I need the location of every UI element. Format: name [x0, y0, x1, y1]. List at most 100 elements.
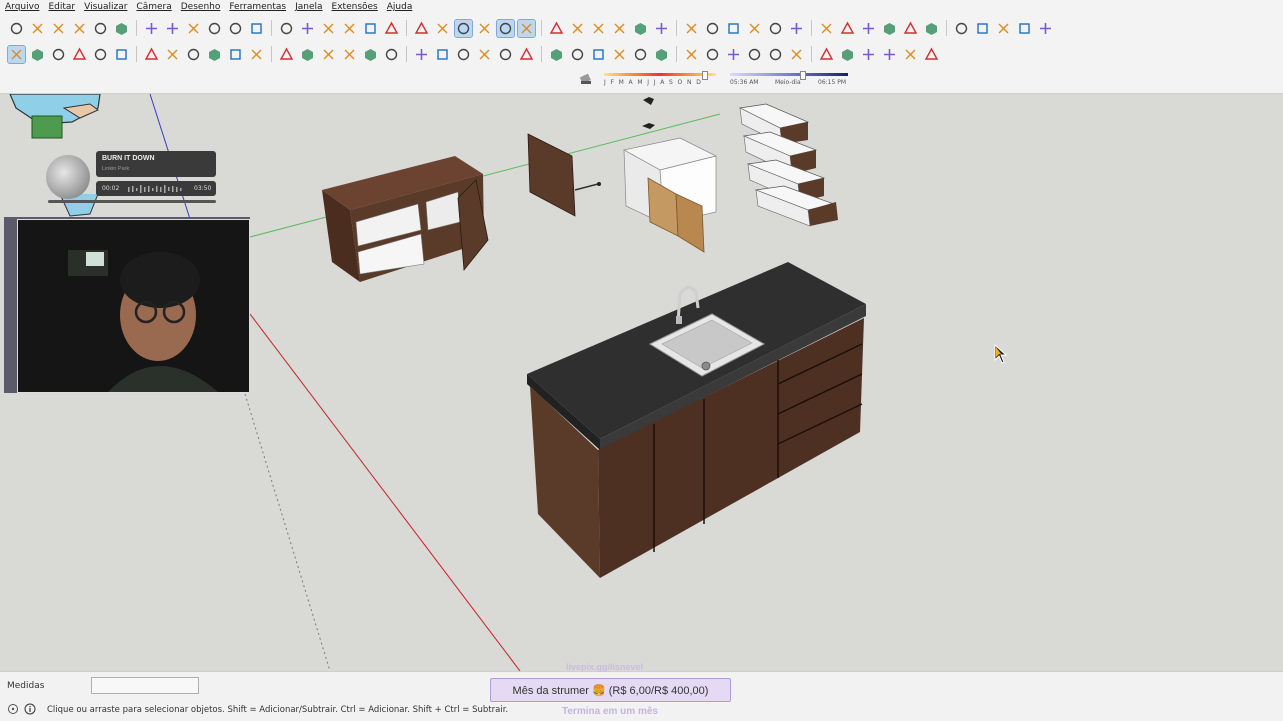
section-cut-icon[interactable]: [569, 20, 586, 37]
menu-item-5[interactable]: Ferramentas: [229, 2, 286, 12]
section-plane-icon[interactable]: [517, 18, 536, 38]
new-file-icon[interactable]: [8, 20, 25, 37]
wireframe-icon[interactable]: [413, 20, 430, 37]
print-icon[interactable]: [206, 20, 223, 37]
shaded-icon[interactable]: [454, 18, 473, 38]
model-viewport[interactable]: BURN IT DOWN Linkin Park 00:02 03:50: [0, 94, 1283, 671]
hidden-line-icon[interactable]: [434, 20, 451, 37]
right-view-icon[interactable]: [320, 20, 337, 37]
section-plane-icon[interactable]: [788, 46, 805, 63]
geo-location-icon[interactable]: [7, 703, 19, 715]
month-slider[interactable]: [604, 73, 716, 76]
section-display-icon[interactable]: [548, 20, 565, 37]
extension-warehouse-icon[interactable]: [881, 20, 898, 37]
time-slider[interactable]: [730, 73, 848, 76]
layout-icon[interactable]: [974, 20, 991, 37]
erase-icon[interactable]: [143, 20, 160, 37]
protractor-icon[interactable]: [497, 46, 514, 63]
iso-view-icon[interactable]: [248, 20, 265, 37]
walk-icon[interactable]: [767, 46, 784, 63]
move-icon[interactable]: [320, 46, 337, 63]
scale-icon[interactable]: [413, 46, 430, 63]
two-point-arc-icon[interactable]: [248, 46, 265, 63]
menu-item-7[interactable]: Extensões: [332, 2, 378, 12]
text-icon[interactable]: [518, 46, 535, 63]
menu-item-3[interactable]: Câmera: [136, 2, 171, 12]
freehand-icon[interactable]: [113, 46, 130, 63]
zoom-icon[interactable]: [767, 20, 784, 37]
sandbox-smoove-icon[interactable]: [881, 46, 898, 63]
info-icon[interactable]: [995, 20, 1012, 37]
zoom-extents-icon[interactable]: [683, 46, 700, 63]
front-view-icon[interactable]: [299, 20, 316, 37]
month-slider-thumb[interactable]: [702, 71, 708, 80]
menu-item-2[interactable]: Visualizar: [84, 2, 127, 12]
pie-icon[interactable]: [278, 46, 295, 63]
rotate-icon[interactable]: [362, 46, 379, 63]
info-icon[interactable]: [24, 703, 36, 715]
component-icon[interactable]: [29, 46, 46, 63]
3d-text-icon[interactable]: [569, 46, 586, 63]
menu-item-4[interactable]: Desenho: [181, 2, 221, 12]
cut-icon[interactable]: [71, 20, 88, 37]
undo-icon[interactable]: [164, 20, 181, 37]
rectangle-icon[interactable]: [143, 46, 160, 63]
previous-view-icon[interactable]: [704, 46, 721, 63]
look-around-icon[interactable]: [746, 46, 763, 63]
materials-icon[interactable]: [611, 20, 628, 37]
top-view-icon[interactable]: [278, 20, 295, 37]
zoom-window-icon[interactable]: [653, 46, 670, 63]
zoom-icon[interactable]: [632, 46, 649, 63]
sandbox-icon[interactable]: [704, 20, 721, 37]
offset-icon[interactable]: [434, 46, 451, 63]
menu-item-8[interactable]: Ajuda: [387, 2, 413, 12]
grid-icon[interactable]: [923, 46, 940, 63]
back-view-icon[interactable]: [341, 20, 358, 37]
measurements-input[interactable]: [91, 677, 199, 694]
line-icon[interactable]: [92, 46, 109, 63]
follow-me-icon[interactable]: [383, 46, 400, 63]
rotated-rectangle-icon[interactable]: [164, 46, 181, 63]
styles-icon[interactable]: [632, 20, 649, 37]
account-icon[interactable]: [1037, 20, 1054, 37]
eraser-icon[interactable]: [71, 46, 88, 63]
solid-box-icon[interactable]: [839, 46, 856, 63]
box-icon[interactable]: [818, 46, 835, 63]
push-pull-icon[interactable]: [341, 46, 358, 63]
dimension-icon[interactable]: [476, 46, 493, 63]
model-info-icon[interactable]: [227, 20, 244, 37]
cart-icon[interactable]: [1016, 20, 1033, 37]
intersect-icon[interactable]: [860, 46, 877, 63]
polygon-icon[interactable]: [206, 46, 223, 63]
menu-item-6[interactable]: Janela: [295, 2, 322, 12]
redo-icon[interactable]: [185, 20, 202, 37]
monochrome-icon[interactable]: [496, 18, 515, 38]
shaded-textures-icon[interactable]: [476, 20, 493, 37]
share-icon[interactable]: [902, 20, 919, 37]
pan-icon[interactable]: [746, 20, 763, 37]
layers-icon[interactable]: [653, 20, 670, 37]
copy-icon[interactable]: [92, 20, 109, 37]
add-location-icon[interactable]: [818, 20, 835, 37]
warehouse-icon[interactable]: [860, 20, 877, 37]
circle-icon[interactable]: [185, 46, 202, 63]
paste-icon[interactable]: [113, 20, 130, 37]
shadow-toggle-icon[interactable]: [579, 72, 593, 86]
axes-icon[interactable]: [548, 46, 565, 63]
tape-measure-icon[interactable]: [455, 46, 472, 63]
pan-icon[interactable]: [611, 46, 628, 63]
menu-item-0[interactable]: Arquivo: [5, 2, 39, 12]
arc-icon[interactable]: [227, 46, 244, 63]
settings-icon[interactable]: [953, 20, 970, 37]
left-view-icon[interactable]: [362, 20, 379, 37]
menu-item-1[interactable]: Editar: [48, 2, 75, 12]
dimension-tool-icon[interactable]: [902, 46, 919, 63]
paint-bucket-icon[interactable]: [50, 46, 67, 63]
orbit-icon[interactable]: [725, 20, 742, 37]
position-camera-icon[interactable]: [725, 46, 742, 63]
toggle-terrain-icon[interactable]: [839, 20, 856, 37]
save-icon[interactable]: [50, 20, 67, 37]
xray-icon[interactable]: [383, 20, 400, 37]
zoom-extents-icon[interactable]: [788, 20, 805, 37]
scenes-icon[interactable]: [683, 20, 700, 37]
